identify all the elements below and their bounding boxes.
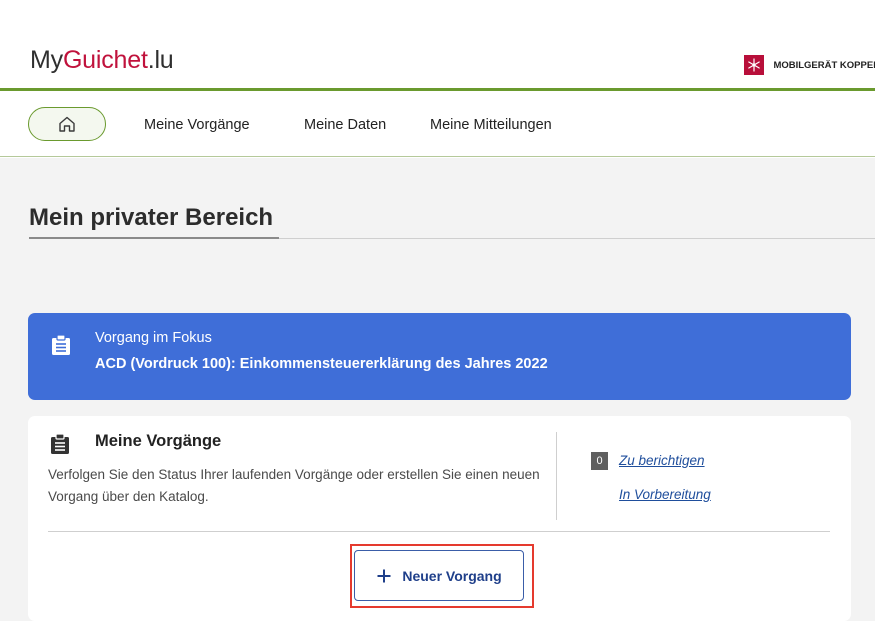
main-navigation: Meine Vorgänge Meine Daten Meine Mitteil… <box>0 91 875 157</box>
pair-device-link[interactable]: MOBILGERÄT KOPPEL <box>744 55 875 75</box>
procedures-description: Verfolgen Sie den Status Ihrer laufenden… <box>48 467 540 504</box>
site-header: MyGuichet.lu MOBILGERÄT KOPPEL <box>0 0 875 90</box>
pair-device-label: MOBILGERÄT KOPPEL <box>773 59 875 71</box>
home-button[interactable] <box>28 107 106 141</box>
vertical-divider <box>556 432 557 520</box>
home-icon <box>59 116 75 132</box>
clipboard-icon <box>52 334 70 355</box>
title-underline <box>29 237 279 239</box>
main-content: Mein privater Bereich Vorgang im Fokus A… <box>0 158 875 621</box>
logo-suffix: .lu <box>147 46 174 74</box>
focus-heading: Vorgang im Fokus <box>95 330 212 346</box>
link-in-vorbereitung[interactable]: In Vorbereitung <box>619 487 711 502</box>
plus-icon <box>377 569 391 582</box>
clipboard-icon <box>51 433 69 454</box>
focus-procedure-card[interactable]: Vorgang im Fokus ACD (Vordruck 100): Ein… <box>28 313 851 400</box>
link-zu-berichtigen[interactable]: Zu berichtigen <box>619 453 705 468</box>
status-count-badge: 0 <box>591 452 608 470</box>
snowflake-icon <box>744 55 765 75</box>
focus-procedure-title[interactable]: ACD (Vordruck 100): Einkommensteuererklä… <box>95 356 548 372</box>
procedures-title: Meine Vorgänge <box>95 432 222 450</box>
card-divider <box>48 531 830 532</box>
site-logo[interactable]: MyGuichet.lu <box>30 46 174 75</box>
nav-item-meine-daten[interactable]: Meine Daten <box>304 117 386 133</box>
page-title: Mein privater Bereich <box>29 204 274 231</box>
logo-prefix: My <box>30 46 63 74</box>
nav-item-meine-vorgaenge[interactable]: Meine Vorgänge <box>144 117 250 133</box>
my-procedures-card: Meine Vorgänge Verfolgen Sie den Status … <box>28 416 851 621</box>
new-procedure-label: Neuer Vorgang <box>402 567 502 584</box>
logo-brand: Guichet <box>62 46 148 74</box>
new-procedure-button[interactable]: Neuer Vorgang <box>354 550 524 601</box>
nav-item-meine-mitteilungen[interactable]: Meine Mitteilungen <box>430 117 552 133</box>
